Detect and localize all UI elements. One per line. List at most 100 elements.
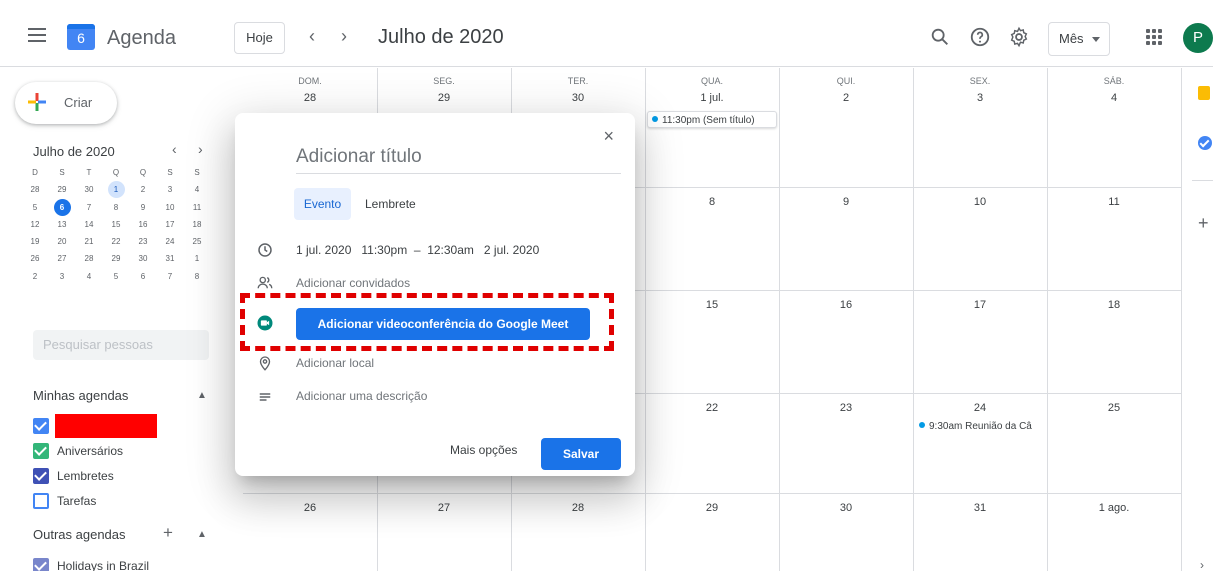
day-number[interactable]: 18 [1047, 299, 1181, 311]
calendar-event-chip[interactable]: 11:30pm (Sem título) [647, 111, 777, 128]
mini-day[interactable]: 15 [105, 216, 127, 233]
calendar-checkbox[interactable] [33, 493, 49, 509]
close-icon[interactable]: × [603, 126, 614, 147]
mini-day[interactable]: 5 [24, 199, 46, 216]
mini-day[interactable]: 13 [51, 216, 73, 233]
day-number[interactable]: 3 [913, 92, 1047, 104]
add-calendar-plus-icon[interactable]: + [163, 523, 173, 543]
mini-day[interactable]: 24 [159, 233, 181, 250]
chevron-up-icon[interactable]: ▲ [197, 529, 207, 540]
chevron-right-icon[interactable]: › [1200, 558, 1204, 571]
mini-day[interactable]: 3 [51, 268, 73, 285]
mini-day[interactable]: 2 [132, 181, 154, 198]
mini-day[interactable]: 4 [78, 268, 100, 285]
mini-day[interactable]: 27 [51, 250, 73, 267]
mini-day[interactable]: 22 [105, 233, 127, 250]
main-menu-icon[interactable] [28, 28, 46, 42]
day-number[interactable]: 29 [645, 502, 779, 514]
mini-day[interactable]: 2 [24, 268, 46, 285]
mini-day[interactable]: 6 [132, 268, 154, 285]
add-addon-plus-icon[interactable]: + [1198, 213, 1209, 234]
calendar-list-item[interactable]: Tarefas [33, 491, 96, 511]
mini-day[interactable]: 29 [105, 250, 127, 267]
mini-day[interactable]: 21 [78, 233, 100, 250]
help-icon[interactable] [969, 26, 991, 48]
create-button[interactable]: Criar [15, 82, 117, 124]
day-number[interactable]: 4 [1047, 92, 1181, 104]
mini-day[interactable]: 28 [78, 250, 100, 267]
settings-gear-icon[interactable] [1008, 26, 1030, 48]
next-month-button[interactable]: › [341, 26, 347, 47]
calendar-list-item[interactable]: Lembretes [33, 466, 114, 486]
add-location-field[interactable]: Adicionar local [296, 356, 374, 370]
event-title-input[interactable]: Adicionar título [296, 146, 621, 174]
day-number[interactable]: 28 [243, 92, 377, 104]
keep-icon[interactable] [1198, 86, 1210, 100]
mini-day[interactable]: 1 [105, 181, 127, 199]
today-button[interactable]: Hoje [234, 22, 285, 54]
prev-month-button[interactable]: ‹ [309, 26, 315, 47]
mini-day[interactable]: 17 [159, 216, 181, 233]
google-apps-icon[interactable] [1146, 29, 1162, 45]
mini-day[interactable]: 30 [132, 250, 154, 267]
mini-day[interactable]: 28 [24, 181, 46, 198]
day-number[interactable]: 25 [1047, 402, 1181, 414]
calendar-list-item[interactable]: Holidays in Brazil [33, 556, 149, 571]
mini-day[interactable]: 16 [132, 216, 154, 233]
day-number[interactable]: 29 [377, 92, 511, 104]
add-guests-field[interactable]: Adicionar convidados [296, 276, 410, 290]
day-number[interactable]: 28 [511, 502, 645, 514]
day-number[interactable]: 22 [645, 402, 779, 414]
calendar-checkbox[interactable] [33, 558, 49, 571]
mini-day[interactable]: 19 [24, 233, 46, 250]
calendar-list-item[interactable]: Aniversários [33, 441, 123, 461]
search-icon[interactable] [929, 26, 951, 48]
day-number[interactable]: 1 ago. [1047, 502, 1181, 514]
calendar-list-item[interactable] [33, 414, 157, 438]
day-number[interactable]: 10 [913, 196, 1047, 208]
event-datetime[interactable]: 1 jul. 2020 11:30pm – 12:30am 2 jul. 202… [296, 243, 539, 257]
account-avatar[interactable]: P [1183, 23, 1213, 53]
day-number[interactable]: 11 [1047, 196, 1181, 208]
mini-day[interactable]: 8 [105, 199, 127, 216]
mini-day[interactable]: 7 [159, 268, 181, 285]
mini-next-button[interactable]: › [198, 141, 203, 157]
mini-day[interactable]: 5 [105, 268, 127, 285]
day-number[interactable]: 31 [913, 502, 1047, 514]
day-number[interactable]: 27 [377, 502, 511, 514]
mini-day[interactable]: 26 [24, 250, 46, 267]
mini-day[interactable]: 30 [78, 181, 100, 198]
mini-day[interactable]: 25 [186, 233, 208, 250]
mini-day[interactable]: 12 [24, 216, 46, 233]
tab-event[interactable]: Evento [294, 188, 351, 220]
day-number[interactable]: 8 [645, 196, 779, 208]
tab-reminder[interactable]: Lembrete [365, 188, 416, 220]
mini-day[interactable]: 18 [186, 216, 208, 233]
calendar-checkbox[interactable] [33, 468, 49, 484]
day-number[interactable]: 17 [913, 299, 1047, 311]
day-number[interactable]: 23 [779, 402, 913, 414]
calendar-event-chip[interactable]: 9:30am Reunião da Câ [915, 418, 1039, 435]
mini-day[interactable]: 6 [51, 198, 73, 216]
day-number[interactable]: 26 [243, 502, 377, 514]
day-number[interactable]: 24 [913, 402, 1047, 414]
mini-day[interactable]: 10 [159, 199, 181, 216]
search-people-input[interactable]: Pesquisar pessoas [33, 330, 209, 360]
chevron-up-icon[interactable]: ▲ [197, 390, 207, 401]
day-number[interactable]: 16 [779, 299, 913, 311]
mini-day[interactable]: 4 [186, 181, 208, 198]
mini-day[interactable]: 7 [78, 199, 100, 216]
day-number[interactable]: 2 [779, 92, 913, 104]
mini-day[interactable]: 23 [132, 233, 154, 250]
day-number[interactable]: 1 jul. [645, 92, 779, 104]
mini-day[interactable]: 1 [186, 250, 208, 267]
add-description-field[interactable]: Adicionar uma descrição [296, 389, 427, 403]
mini-day[interactable]: 8 [186, 268, 208, 285]
tasks-icon[interactable] [1198, 136, 1212, 150]
mini-day[interactable]: 31 [159, 250, 181, 267]
mini-day[interactable]: 9 [132, 199, 154, 216]
more-options-button[interactable]: Mais opções [450, 443, 517, 457]
mini-day[interactable]: 20 [51, 233, 73, 250]
mini-day[interactable]: 3 [159, 181, 181, 198]
day-number[interactable]: 30 [511, 92, 645, 104]
